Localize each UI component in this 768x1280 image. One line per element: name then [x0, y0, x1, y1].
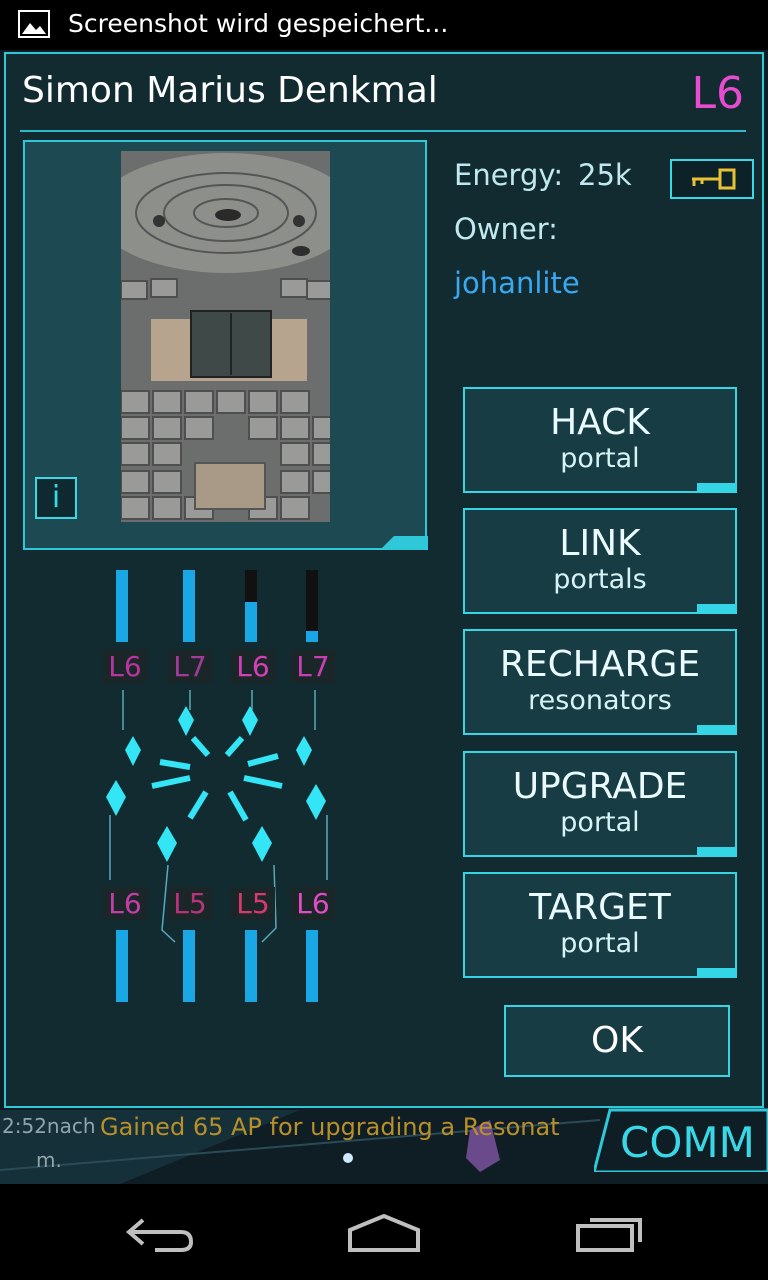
resonator-energy-fill: [183, 930, 195, 1002]
link-button[interactable]: LINK portals: [463, 508, 737, 614]
key-icon: [692, 168, 736, 190]
resonator-bar-top-4: [306, 570, 318, 642]
image-icon: [18, 10, 50, 38]
comm-message-cont: m.: [36, 1148, 62, 1172]
resonator-energy-fill: [245, 930, 257, 1002]
portal-level: L6: [691, 68, 744, 119]
resonator-bar-bottom-4: [306, 930, 318, 1002]
navigation-bar: [0, 1184, 768, 1280]
target-button[interactable]: TARGET portal: [463, 872, 737, 978]
home-icon[interactable]: [346, 1212, 422, 1254]
recharge-button[interactable]: RECHARGE resonators: [463, 629, 737, 735]
hack-label: HACK: [550, 402, 650, 443]
resonator-bar-bottom-2: [183, 930, 195, 1002]
resonator-level-bottom-4: L6: [291, 887, 335, 920]
info-button[interactable]: i: [35, 477, 77, 519]
upgrade-label: UPGRADE: [512, 766, 688, 807]
energy-label: Energy:: [454, 158, 564, 192]
resonator-level-top-2: L7: [168, 650, 212, 683]
hack-sublabel: portal: [560, 443, 640, 474]
button-notch: [697, 604, 737, 614]
target-sublabel: portal: [560, 928, 640, 959]
upgrade-button[interactable]: UPGRADE portal: [463, 751, 737, 857]
resonator-energy-fill: [245, 602, 257, 642]
comm-message: Gained 65 AP for upgrading a Resonat: [100, 1113, 560, 1141]
button-notch: [697, 847, 737, 857]
button-notch: [697, 968, 737, 978]
panel-corner-notch: [380, 536, 428, 550]
upgrade-sublabel: portal: [560, 807, 640, 838]
resonator-bar-bottom-3: [245, 930, 257, 1002]
status-notification: Screenshot wird gespeichert...: [68, 9, 449, 38]
link-sublabel: portals: [553, 564, 647, 595]
resonator-level-bottom-1: L6: [103, 887, 147, 920]
title-divider: [20, 130, 746, 132]
resonator-level-top-3: L6: [231, 650, 275, 683]
resonator-energy-fill: [306, 930, 318, 1002]
comm-timestamp: 2:52nach: [2, 1114, 96, 1138]
owner-label: Owner:: [454, 212, 558, 246]
resonator-level-top-4: L7: [291, 650, 335, 683]
button-notch: [697, 483, 737, 493]
portal-photo[interactable]: [121, 151, 330, 522]
portal-title: Simon Marius Denkmal: [22, 70, 438, 111]
energy-value: 25k: [578, 158, 632, 192]
resonator-level-top-1: L6: [103, 650, 147, 683]
resonator-bar-top-3: [245, 570, 257, 642]
recharge-label: RECHARGE: [499, 644, 701, 685]
resonator-energy-fill: [306, 631, 318, 642]
comm-tab[interactable]: COMM: [620, 1118, 755, 1167]
button-notch: [697, 725, 737, 735]
target-label: TARGET: [529, 887, 671, 928]
ok-button[interactable]: OK: [504, 1005, 730, 1077]
recent-apps-icon[interactable]: [574, 1212, 646, 1254]
resonator-energy-fill: [116, 570, 128, 642]
resonator-energy-fill: [116, 930, 128, 1002]
status-bar: Screenshot wird gespeichert...: [0, 0, 768, 50]
owner-name[interactable]: johanlite: [454, 266, 580, 300]
back-icon[interactable]: [125, 1214, 195, 1254]
resonator-bar-bottom-1: [116, 930, 128, 1002]
resonator-bar-top-2: [183, 570, 195, 642]
resonator-level-bottom-3: L5: [231, 887, 275, 920]
resonator-energy-fill: [183, 570, 195, 642]
hack-button[interactable]: HACK portal: [463, 387, 737, 493]
resonator-level-bottom-2: L5: [168, 887, 212, 920]
link-label: LINK: [559, 523, 641, 564]
resonator-bar-top-1: [116, 570, 128, 642]
key-button[interactable]: [670, 159, 754, 199]
recharge-sublabel: resonators: [528, 685, 672, 716]
